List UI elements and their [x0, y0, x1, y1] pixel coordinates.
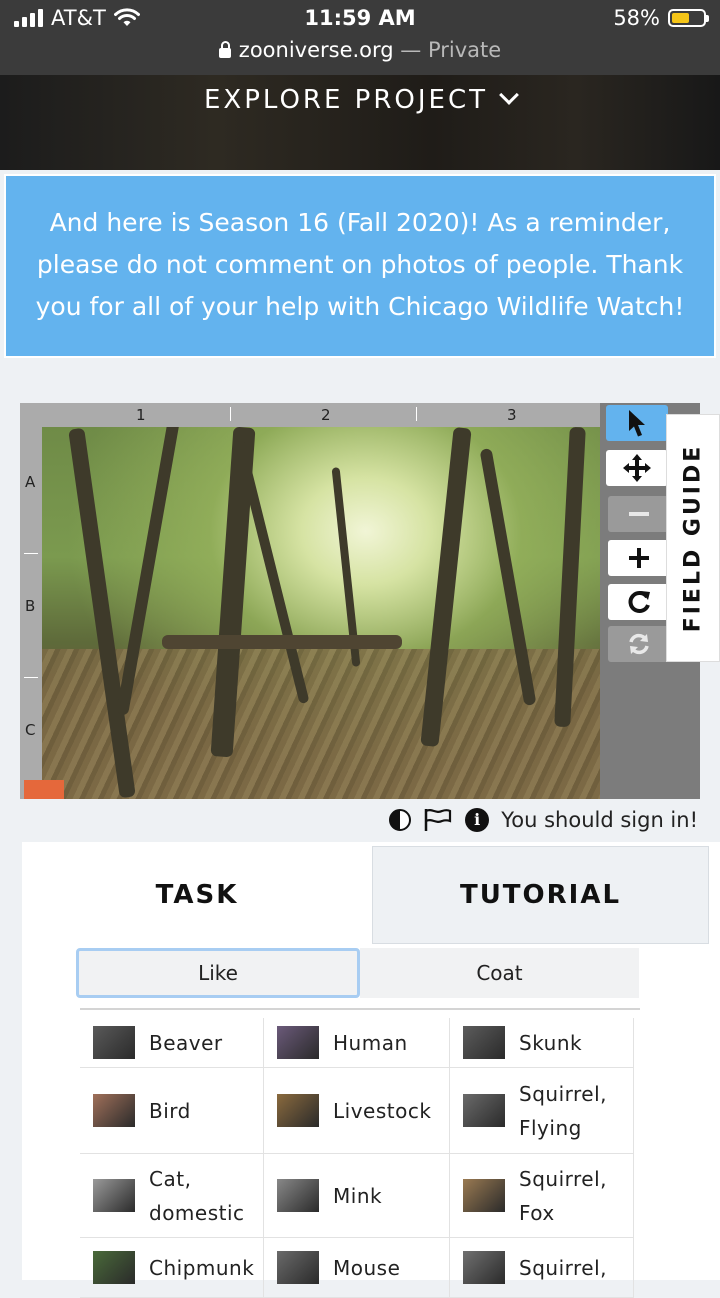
species-label: Skunk	[519, 1030, 583, 1055]
battery-icon	[668, 9, 709, 27]
species-option[interactable]: Beaver	[80, 1018, 264, 1068]
contrast-icon[interactable]	[389, 809, 412, 831]
species-label: Cat, domestic	[149, 1166, 245, 1225]
camera-trap-photo[interactable]	[42, 427, 600, 799]
species-option[interactable]: Mink	[264, 1154, 450, 1238]
move-icon	[623, 454, 651, 482]
explore-project-button[interactable]: EXPLORE PROJECT	[0, 85, 720, 115]
filter-coat-button[interactable]: Coat	[360, 948, 639, 998]
species-label: Squirrel,	[519, 1255, 607, 1280]
ruler-tick	[230, 407, 231, 421]
species-thumbnail	[463, 1251, 505, 1284]
battery-percent: 58%	[613, 6, 660, 30]
url-separator: —	[393, 38, 428, 62]
species-thumbnail	[277, 1026, 319, 1059]
reset-icon	[629, 633, 649, 655]
zoom-in-icon	[629, 548, 649, 568]
explore-project-label: EXPLORE PROJECT	[203, 85, 489, 115]
filter-divider	[80, 1008, 640, 1010]
species-option[interactable]: Squirrel, Flying	[450, 1068, 634, 1154]
rotate-icon	[628, 591, 650, 613]
row-label: A	[25, 473, 36, 491]
ruler-tick	[416, 407, 417, 421]
ruler-tick	[24, 677, 38, 678]
species-option[interactable]: Chipmunk	[80, 1238, 264, 1298]
species-label: Human	[333, 1030, 408, 1055]
species-option[interactable]: Skunk	[450, 1018, 634, 1068]
url-domain: zooniverse.org	[238, 38, 394, 62]
row-label: B	[25, 597, 36, 615]
rotate-button[interactable]	[608, 584, 670, 620]
column-label: 2	[321, 406, 331, 424]
species-label: Squirrel, Flying	[519, 1081, 607, 1140]
species-option[interactable]: Mouse	[264, 1238, 450, 1298]
species-option[interactable]: Squirrel, Fox	[450, 1154, 634, 1238]
column-label: 1	[136, 406, 146, 424]
lock-icon	[218, 41, 231, 58]
tab-tutorial[interactable]: TUTORIAL	[372, 846, 709, 944]
field-guide-tab[interactable]: FIELD GUIDE	[666, 414, 720, 662]
species-label: Beaver	[149, 1030, 223, 1055]
pointer-tool-button[interactable]	[606, 405, 668, 441]
announcement-banner: And here is Season 16 (Fall 2020)! As a …	[4, 174, 716, 358]
announcement-text: And here is Season 16 (Fall 2020)! As a …	[35, 208, 685, 321]
species-label: Mink	[333, 1183, 383, 1208]
species-label: Squirrel, Fox	[519, 1166, 607, 1225]
species-label: Chipmunk	[149, 1255, 255, 1280]
species-thumbnail	[463, 1026, 505, 1059]
species-thumbnail	[277, 1251, 319, 1284]
species-filters: Like Coat	[76, 948, 639, 998]
tab-task[interactable]: TASK	[22, 846, 372, 944]
column-label: 3	[507, 406, 517, 424]
species-thumbnail	[93, 1179, 135, 1212]
fallen-log	[162, 635, 402, 649]
species-label: Bird	[149, 1098, 191, 1123]
status-time: 11:59 AM	[304, 6, 416, 30]
url-bar[interactable]: zooniverse.org — Private	[0, 38, 720, 62]
species-option[interactable]: Bird	[80, 1068, 264, 1154]
photo-attribution-badge	[24, 780, 64, 799]
species-label: Livestock	[333, 1098, 432, 1123]
species-thumbnail	[463, 1179, 505, 1212]
species-thumbnail	[93, 1251, 135, 1284]
project-nav-bar: EXPLORE PROJECT	[0, 75, 720, 170]
species-thumbnail	[463, 1094, 505, 1127]
species-option[interactable]: Squirrel,	[450, 1238, 634, 1298]
subject-viewer: 1 2 3 A B C	[20, 403, 700, 799]
info-icon[interactable]: i	[465, 808, 490, 832]
chevron-down-icon	[499, 85, 519, 105]
pointer-icon	[629, 410, 645, 437]
zoom-out-button[interactable]	[608, 496, 670, 532]
subject-meta-row: i You should sign in!	[0, 804, 698, 836]
species-thumbnail	[277, 1094, 319, 1127]
browser-top-bar: AT&T 11:59 AM 58% zooniverse.org — Priva…	[0, 0, 720, 75]
species-option[interactable]: Livestock	[264, 1068, 450, 1154]
reset-button[interactable]	[608, 626, 670, 662]
zoom-in-button[interactable]	[608, 540, 670, 576]
flag-icon[interactable]	[423, 808, 453, 832]
move-tool-button[interactable]	[606, 450, 668, 486]
species-label: Mouse	[333, 1255, 401, 1280]
species-thumbnail	[277, 1179, 319, 1212]
row-ruler: A B C	[20, 427, 42, 799]
species-thumbnail	[93, 1026, 135, 1059]
species-option[interactable]: Human	[264, 1018, 450, 1068]
species-option[interactable]: Cat, domestic	[80, 1154, 264, 1238]
column-ruler: 1 2 3	[20, 403, 600, 427]
sign-in-prompt[interactable]: You should sign in!	[501, 808, 698, 832]
zoom-out-icon	[629, 512, 649, 516]
private-label: Private	[427, 38, 502, 62]
filter-like-button[interactable]: Like	[76, 948, 360, 998]
species-thumbnail	[93, 1094, 135, 1127]
battery-status: 58%	[613, 6, 709, 30]
field-guide-label: FIELD GUIDE	[680, 443, 706, 633]
row-label: C	[25, 721, 36, 739]
ruler-tick	[24, 553, 38, 554]
